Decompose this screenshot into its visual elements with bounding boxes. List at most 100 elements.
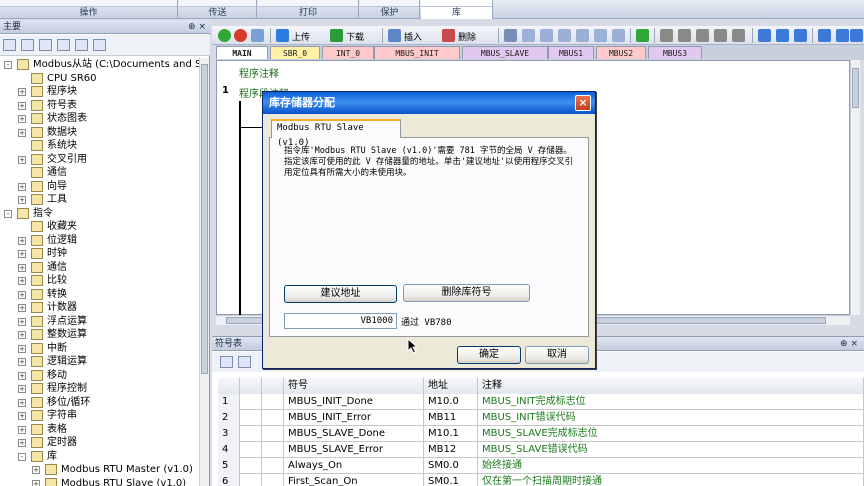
tree-item[interactable]: + 位逻辑 <box>0 234 198 248</box>
expand-icon[interactable]: + <box>18 277 26 285</box>
expand-icon[interactable]: + <box>18 156 26 164</box>
lock-icon[interactable] <box>660 29 673 42</box>
tree-item[interactable]: + 移位/循环 <box>0 396 198 410</box>
comment-cell[interactable]: MBUS_INIT完成标志位 <box>478 394 864 410</box>
toolbar-icon[interactable] <box>540 29 553 42</box>
tree-item[interactable]: + 交叉引用 <box>0 153 198 167</box>
coil-icon[interactable] <box>836 29 849 42</box>
insert-icon[interactable] <box>388 29 401 42</box>
tree-scrollbar[interactable] <box>199 58 209 486</box>
expand-icon[interactable]: + <box>18 439 26 447</box>
symbol-cell[interactable]: MBUS_INIT_Done <box>284 394 424 410</box>
comment-cell[interactable]: MBUS_SLAVE错误代码 <box>478 442 864 458</box>
tree-item[interactable]: + 移动 <box>0 369 198 383</box>
ok-button[interactable]: 确定 <box>457 346 521 364</box>
contact-left-icon[interactable] <box>776 29 789 42</box>
collapse-icon[interactable]: - <box>4 210 12 218</box>
comment-cell[interactable]: MBUS_SLAVE完成标志位 <box>478 426 864 442</box>
expand-icon[interactable]: + <box>18 385 26 393</box>
expand-icon[interactable]: + <box>32 466 40 474</box>
pin-close-icon[interactable]: ⊕ × <box>840 337 858 351</box>
expand-icon[interactable]: + <box>18 129 26 137</box>
expand-icon[interactable]: + <box>18 88 26 96</box>
column-header[interactable]: 符号 <box>284 378 424 394</box>
editor-tab[interactable]: MBUS_INIT <box>374 46 460 59</box>
upload-button[interactable]: 上传 <box>292 30 310 43</box>
address-cell[interactable]: M10.1 <box>424 426 478 442</box>
editor-tab[interactable]: MBUS3 <box>648 46 702 59</box>
download-button[interactable]: 下载 <box>346 30 364 43</box>
expand-icon[interactable]: + <box>18 304 26 312</box>
editor-tab[interactable]: SBR_0 <box>270 46 320 59</box>
tree-item[interactable]: + 状态图表 <box>0 112 198 126</box>
compile-icon[interactable] <box>251 29 264 42</box>
tree-item[interactable]: + 定时器 <box>0 436 198 450</box>
download-icon[interactable] <box>330 29 343 42</box>
expand-icon[interactable]: + <box>18 331 26 339</box>
address-cell[interactable]: MB12 <box>424 442 478 458</box>
toolbar-icon[interactable] <box>522 29 535 42</box>
address-cell[interactable]: SM0.0 <box>424 458 478 474</box>
column-header[interactable] <box>240 378 262 394</box>
tree-tool-icon[interactable] <box>3 39 16 51</box>
tree-tool-icon[interactable] <box>21 39 34 51</box>
contact-right-icon[interactable] <box>794 29 807 42</box>
tree-item[interactable]: + 程序块 <box>0 85 198 99</box>
box-icon[interactable] <box>850 29 863 42</box>
address-cell[interactable]: SM0.1 <box>424 474 478 486</box>
tree-item[interactable]: + Modbus RTU Master (v1.0) <box>0 463 198 477</box>
symbol-cell[interactable]: MBUS_SLAVE_Error <box>284 442 424 458</box>
table-row[interactable]: 3 MBUS_SLAVE_Done M10.1 MBUS_SLAVE完成标志位 <box>218 426 864 442</box>
tree-item[interactable]: + 通信 <box>0 261 198 275</box>
contact-icon[interactable] <box>818 29 831 42</box>
toolbar-icon[interactable] <box>714 29 727 42</box>
editor-tab[interactable]: INT_0 <box>322 46 374 59</box>
dialog-title-bar[interactable]: 库存储器分配 <box>263 92 595 114</box>
expand-icon[interactable]: + <box>18 250 26 258</box>
tree-item[interactable]: + 比较 <box>0 274 198 288</box>
tree-item[interactable]: CPU SR60 <box>0 72 198 86</box>
tree-tool-icon[interactable] <box>57 39 70 51</box>
insert-button[interactable]: 插入 <box>404 30 422 43</box>
expand-icon[interactable]: + <box>18 183 26 191</box>
arrow-right-icon[interactable] <box>636 29 649 42</box>
close-icon[interactable]: × <box>575 95 591 111</box>
address-cell[interactable]: MB11 <box>424 410 478 426</box>
tree-tool-icon[interactable] <box>93 39 106 51</box>
address-input[interactable]: VB1000 <box>284 313 397 329</box>
comment-cell[interactable]: MBUS_INIT错误代码 <box>478 410 864 426</box>
collapse-icon[interactable]: - <box>18 453 26 461</box>
collapse-icon[interactable]: - <box>4 61 12 69</box>
tree-item[interactable]: 系统块 <box>0 139 198 153</box>
expand-icon[interactable]: + <box>32 480 40 486</box>
tree-item[interactable]: + 工具 <box>0 193 198 207</box>
tree-item[interactable]: - 指令 <box>0 207 198 221</box>
tree-item[interactable]: + 转换 <box>0 288 198 302</box>
tree-tool-icon[interactable] <box>75 39 88 51</box>
suggest-address-button[interactable]: 建议地址 <box>284 285 397 303</box>
tree-item[interactable]: 通信 <box>0 166 198 180</box>
tree-item[interactable]: + 数据块 <box>0 126 198 140</box>
tree-item[interactable]: + 符号表 <box>0 99 198 113</box>
table-row[interactable]: 6 First_Scan_On SM0.1 仅在第一个扫描周期时接通 <box>218 474 864 486</box>
toolbar-icon[interactable] <box>732 29 745 42</box>
tree-item[interactable]: + 时钟 <box>0 247 198 261</box>
expand-icon[interactable]: + <box>18 115 26 123</box>
expand-icon[interactable]: + <box>18 318 26 326</box>
symbol-cell[interactable]: Always_On <box>284 458 424 474</box>
stop-icon[interactable] <box>234 29 247 42</box>
expand-icon[interactable]: + <box>18 412 26 420</box>
editor-tab[interactable]: MBUS2 <box>596 46 646 59</box>
expand-icon[interactable]: + <box>18 264 26 272</box>
tree-item[interactable]: + 整数运算 <box>0 328 198 342</box>
delete-library-symbols-button[interactable]: 删除库符号 <box>403 284 530 302</box>
tree-item[interactable]: + 中断 <box>0 342 198 356</box>
column-header[interactable]: 注释 <box>478 378 864 394</box>
tree-item[interactable]: + 计数器 <box>0 301 198 315</box>
upload-icon[interactable] <box>276 29 289 42</box>
editor-tab[interactable]: MBUS1 <box>548 46 594 59</box>
address-cell[interactable]: M10.0 <box>424 394 478 410</box>
toolbar-icon[interactable] <box>558 29 571 42</box>
expand-icon[interactable]: + <box>18 291 26 299</box>
expand-icon[interactable]: + <box>18 237 26 245</box>
